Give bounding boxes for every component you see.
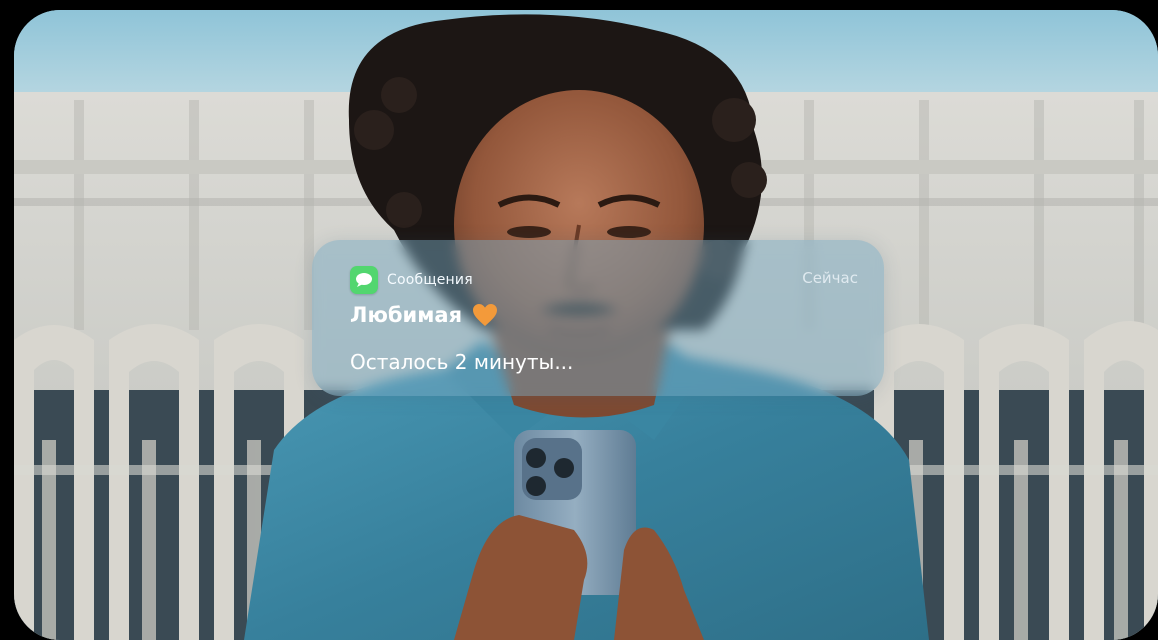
notification-time: Сейчас <box>802 269 858 287</box>
orange-heart-icon <box>472 303 498 327</box>
notification-app-name: Сообщения <box>387 272 473 288</box>
message-notification[interactable]: Сообщения Сейчас Любимая Осталось 2 мину… <box>312 240 884 396</box>
notification-app-row: Сообщения <box>350 266 473 294</box>
notification-sender-row: Любимая <box>350 303 498 327</box>
notification-sender: Любимая <box>350 303 463 327</box>
messages-icon <box>350 266 378 294</box>
notification-message: Осталось 2 минуты... <box>350 350 574 374</box>
video-frame: Сообщения Сейчас Любимая Осталось 2 мину… <box>14 10 1158 640</box>
